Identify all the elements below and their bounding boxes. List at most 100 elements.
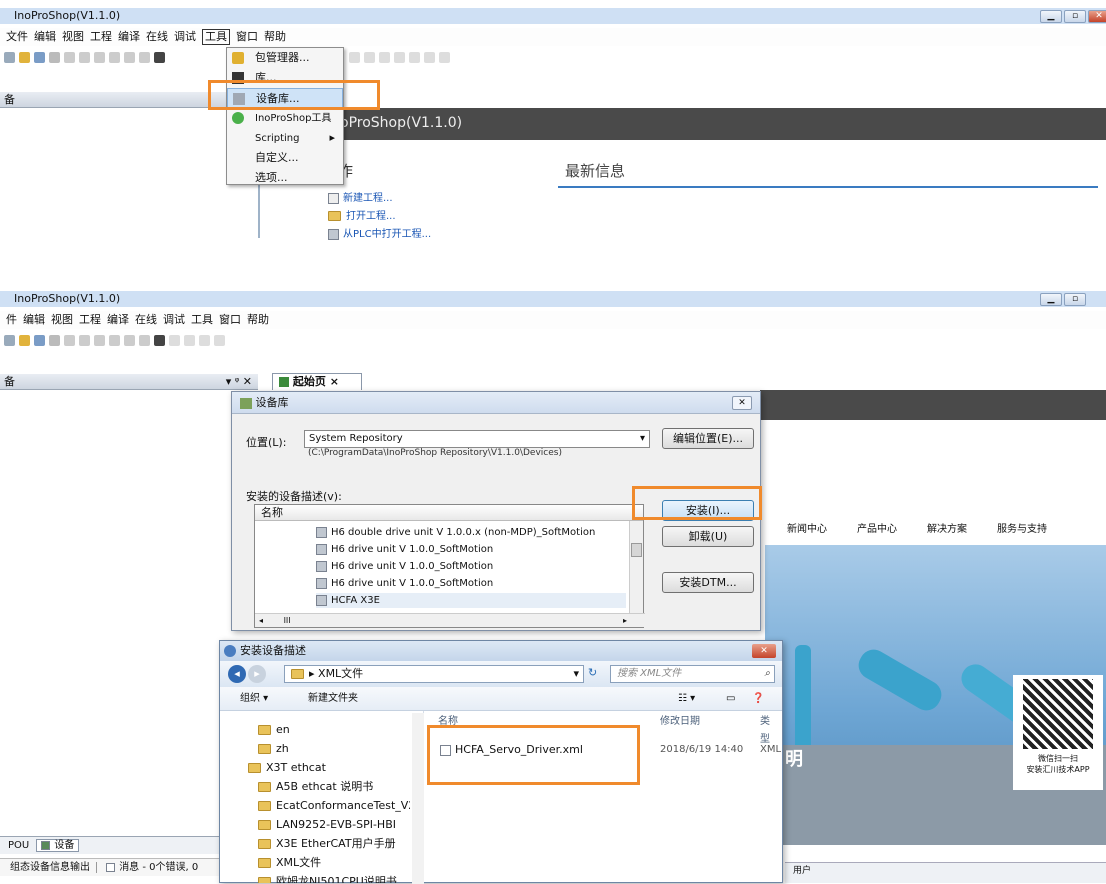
address-bar[interactable]: ▸ XML文件 ▾ — [284, 665, 584, 683]
new-icon[interactable] — [4, 51, 15, 63]
tree-item[interactable]: H6 drive unit V 1.0.0_SoftMotion — [316, 559, 493, 574]
toolbar-icon[interactable] — [184, 334, 195, 346]
save-icon[interactable] — [34, 334, 45, 346]
nav-news[interactable]: 新闻中心 — [787, 520, 827, 535]
menu-help[interactable]: 帮助 — [247, 311, 269, 329]
folder-item[interactable]: 欧姆龙NJ501CPU说明书 — [258, 872, 397, 883]
find-icon[interactable] — [154, 334, 165, 346]
filedlg-close-button[interactable]: ✕ — [752, 644, 776, 658]
menu-view[interactable]: 视图 — [62, 28, 84, 46]
scroll-thumb[interactable] — [631, 543, 642, 557]
uninstall-button[interactable]: 卸载(U) — [662, 526, 754, 547]
open-project-link[interactable]: 打开工程... — [328, 208, 431, 226]
folder-item[interactable]: X3E EtherCAT用户手册 — [258, 834, 396, 853]
menu-item-options[interactable]: 选项... — [227, 168, 343, 188]
tab-device[interactable]: 设备 — [36, 839, 80, 852]
undo-icon[interactable] — [64, 51, 75, 63]
toolbar-icon[interactable] — [364, 51, 375, 63]
organize-button[interactable]: 组织 ▾ — [240, 687, 268, 711]
folder-item[interactable]: X3T ethcat — [248, 758, 326, 777]
folder-item[interactable]: EcatConformanceTest_V2.1.0 — [258, 796, 410, 815]
minimize-button[interactable]: ▁ — [1040, 293, 1062, 306]
tree-item[interactable]: H6 drive unit V 1.0.0_SoftMotion — [316, 542, 493, 557]
folder-item[interactable]: A5B ethcat 说明书 — [258, 777, 373, 796]
save-icon[interactable] — [34, 51, 45, 63]
tree-item[interactable]: HCFA X3E — [316, 593, 626, 608]
menu-project[interactable]: 工程 — [90, 28, 112, 46]
toolbar-icon[interactable] — [424, 51, 435, 63]
new-project-link[interactable]: 新建工程... — [328, 190, 431, 208]
preview-pane-icon[interactable]: ▭ — [726, 687, 735, 711]
maximize-button[interactable]: ▫ — [1064, 293, 1086, 306]
copy-icon[interactable] — [109, 51, 120, 63]
menu-window[interactable]: 窗口 — [236, 28, 258, 46]
folder-item[interactable]: XML文件 — [258, 853, 321, 872]
panel-pin-close-icon[interactable]: ▾ ᵠ ✕ — [226, 374, 252, 390]
menu-view[interactable]: 视图 — [51, 311, 73, 329]
cut-icon[interactable] — [94, 51, 105, 63]
toolbar-icon[interactable] — [379, 51, 390, 63]
col-date[interactable]: 修改日期 — [660, 713, 700, 731]
folder-item[interactable]: en — [258, 720, 290, 739]
redo-icon[interactable] — [79, 334, 90, 346]
folder-tree-scrollbar[interactable] — [412, 713, 424, 884]
tree-vscrollbar[interactable] — [629, 521, 643, 613]
tree-hscrollbar[interactable]: ◂ III ▸ — [255, 613, 645, 627]
nav-solutions[interactable]: 解决方案 — [927, 520, 967, 535]
back-icon[interactable]: ◂ — [228, 665, 246, 683]
menu-project[interactable]: 工程 — [79, 311, 101, 329]
folder-item[interactable]: LAN9252-EVB-SPI-HBI — [258, 815, 396, 834]
tree-item[interactable]: H6 double drive unit V 1.0.0.x (non-MDP)… — [316, 525, 595, 540]
menu-file[interactable]: 件 — [6, 311, 17, 329]
col-header-name[interactable]: 名称 — [255, 505, 643, 521]
new-folder-button[interactable]: 新建文件夹 — [308, 687, 358, 711]
forward-icon[interactable]: ▸ — [248, 665, 266, 683]
menu-debug[interactable]: 调试 — [174, 28, 196, 46]
chevron-down-icon[interactable]: ▾ — [573, 666, 579, 682]
menu-edit[interactable]: 编辑 — [34, 28, 56, 46]
menu-file[interactable]: 文件 — [6, 28, 28, 46]
tab-pou[interactable]: POU — [8, 840, 29, 851]
maximize-button[interactable]: ▫ — [1064, 10, 1086, 23]
install-dtm-button[interactable]: 安装DTM... — [662, 572, 754, 593]
menu-build[interactable]: 编译 — [107, 311, 129, 329]
close-button[interactable]: ✕ — [1088, 10, 1106, 23]
devlib-close-button[interactable]: ✕ — [732, 396, 752, 410]
toolbar-icon[interactable] — [439, 51, 450, 63]
help-icon[interactable]: ❓ — [752, 687, 764, 711]
menu-tools[interactable]: 工具 — [202, 29, 230, 45]
find-icon[interactable] — [154, 51, 165, 63]
paste-icon[interactable] — [124, 334, 135, 346]
search-icon[interactable]: ⌕ — [764, 666, 770, 682]
menu-debug[interactable]: 调试 — [163, 311, 185, 329]
status-output[interactable]: 组态设备信息输出 — [10, 862, 97, 873]
scroll-right-icon[interactable]: ▸ — [623, 614, 627, 628]
menu-item-customize[interactable]: 自定义... — [227, 148, 343, 168]
cut-icon[interactable] — [94, 334, 105, 346]
menu-item-inoproshop-tools[interactable]: InoProShop工具 — [227, 108, 343, 128]
menu-online[interactable]: 在线 — [146, 28, 168, 46]
scroll-left-icon[interactable]: ◂ — [259, 616, 263, 625]
toolbar-icon[interactable] — [199, 334, 210, 346]
menu-window[interactable]: 窗口 — [219, 311, 241, 329]
tree-item[interactable]: H6 drive unit V 1.0.0_SoftMotion — [316, 576, 493, 591]
delete-icon[interactable] — [139, 51, 150, 63]
menu-item-scripting[interactable]: Scripting ▸ — [227, 128, 343, 148]
edit-location-button[interactable]: 编辑位置(E)... — [662, 428, 754, 449]
folder-item[interactable]: zh — [258, 739, 289, 758]
tab-close-icon[interactable]: × — [330, 375, 339, 388]
copy-icon[interactable] — [109, 334, 120, 346]
new-icon[interactable] — [4, 334, 15, 346]
location-select[interactable]: System Repository ▾ — [304, 430, 650, 448]
delete-icon[interactable] — [139, 334, 150, 346]
open-icon[interactable] — [19, 51, 30, 63]
toolbar-icon[interactable] — [169, 334, 180, 346]
nav-products[interactable]: 产品中心 — [857, 520, 897, 535]
nav-service[interactable]: 服务与支持 — [997, 520, 1047, 535]
undo-icon[interactable] — [64, 334, 75, 346]
menu-online[interactable]: 在线 — [135, 311, 157, 329]
menu-tools[interactable]: 工具 — [191, 311, 213, 329]
status-messages[interactable]: 消息 - 0个错误, 0 — [119, 862, 198, 873]
paste-icon[interactable] — [124, 51, 135, 63]
search-input[interactable]: 搜索 XML文件 ⌕ — [610, 665, 775, 683]
